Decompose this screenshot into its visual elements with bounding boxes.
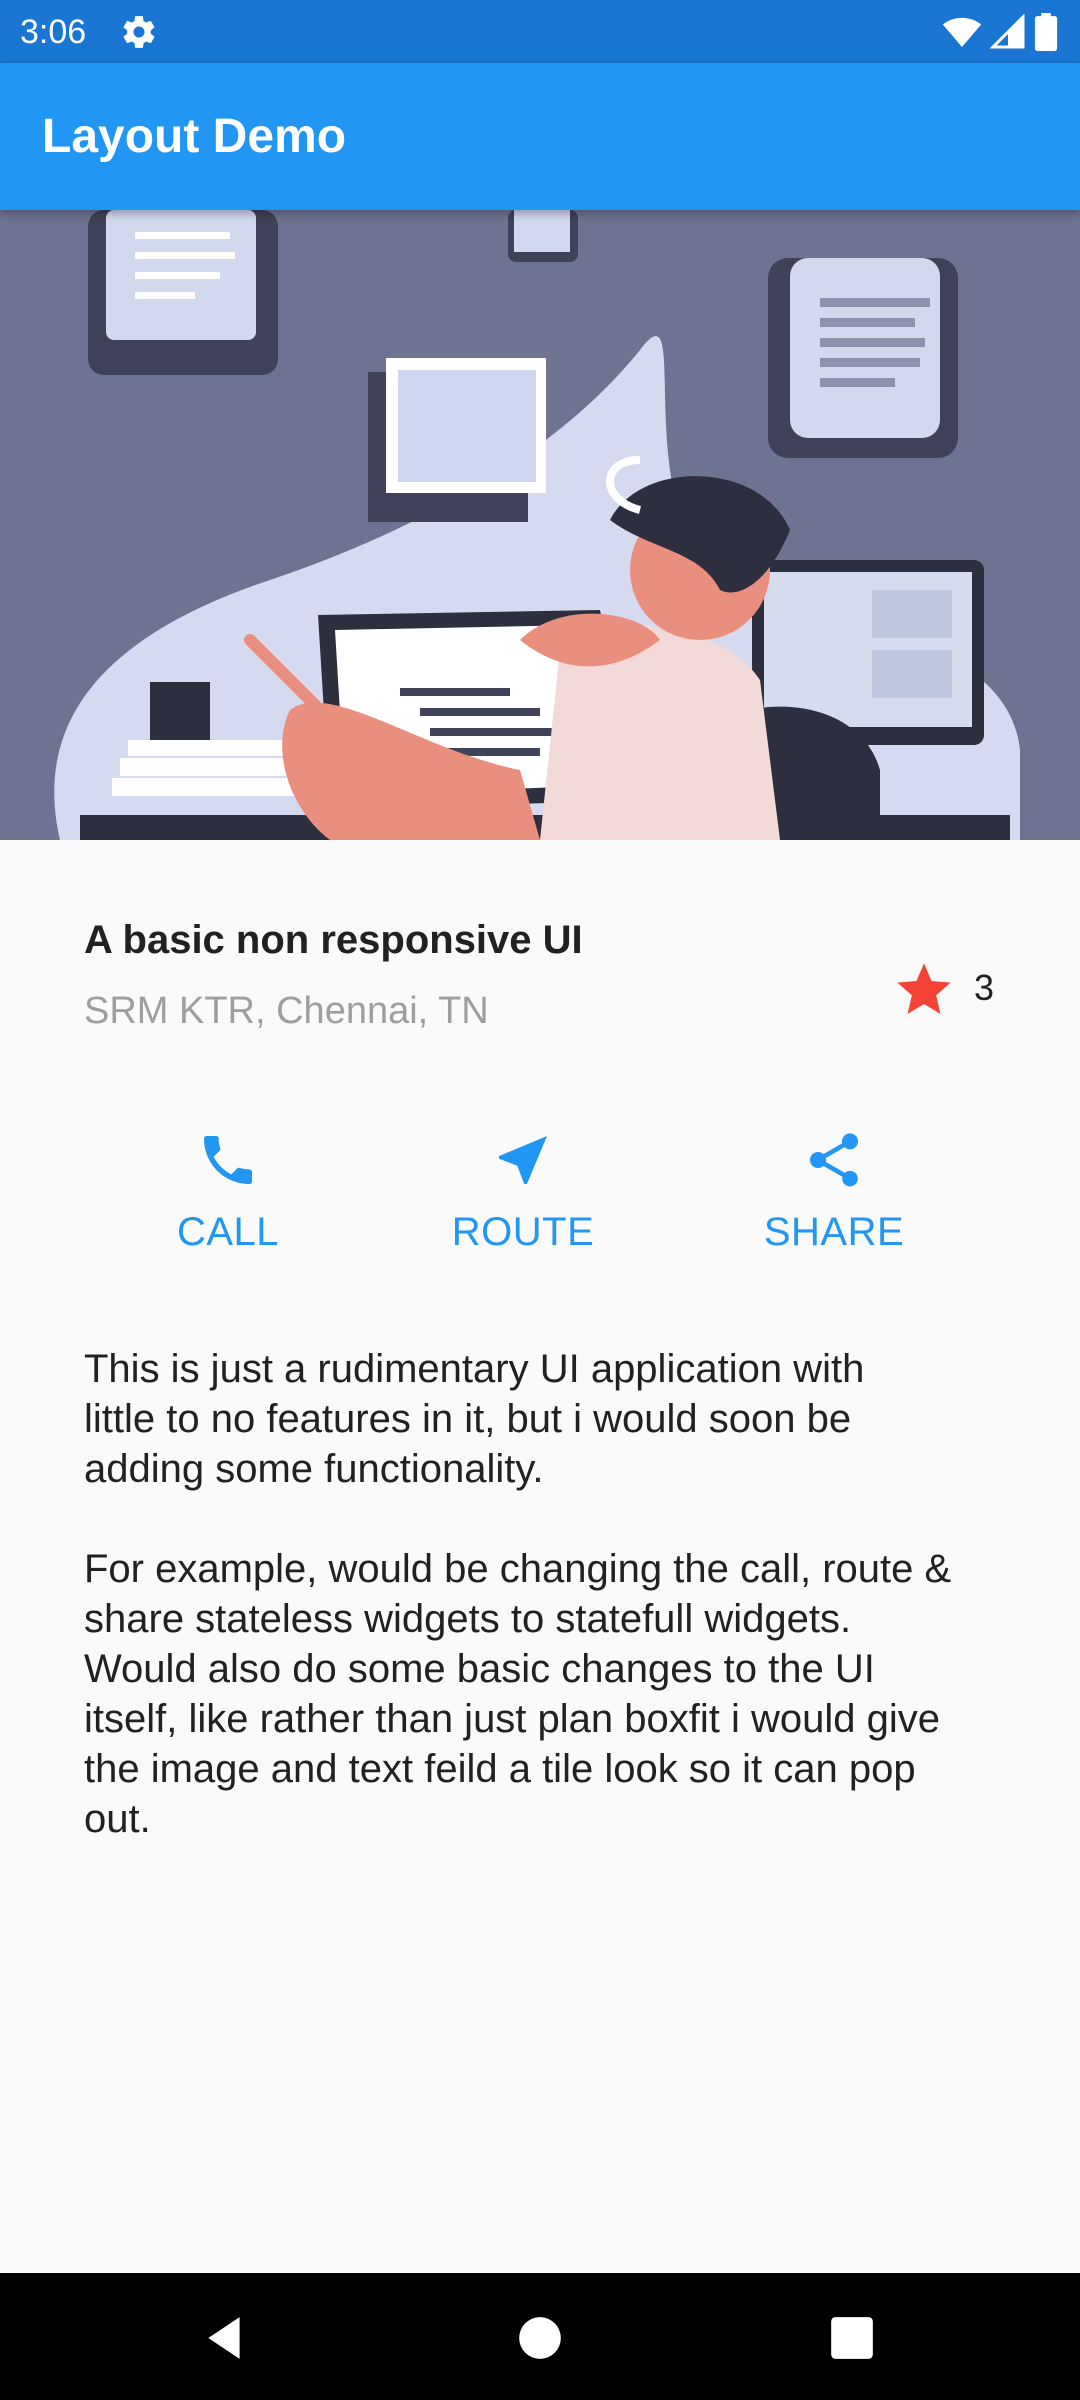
back-icon[interactable]	[200, 2313, 250, 2363]
action-buttons-row: CALL ROUTE SHARE	[0, 1120, 1080, 1270]
gear-icon	[123, 16, 155, 48]
page-title: Layout Demo	[42, 110, 347, 163]
battery-icon	[1034, 13, 1058, 51]
phone-icon	[204, 1136, 252, 1184]
route-button[interactable]: ROUTE	[413, 1120, 633, 1270]
share-icon	[810, 1133, 858, 1187]
description-paragraph-2: For example, would be changing the call,…	[84, 1547, 952, 1841]
share-button[interactable]: SHARE	[724, 1120, 944, 1270]
status-icons	[942, 12, 1058, 52]
call-button[interactable]: CALL	[118, 1120, 338, 1270]
status-time: 3:06	[20, 13, 87, 51]
hero-illustration	[0, 210, 1080, 840]
description-text: This is just a rudimentary UI applicatio…	[84, 1344, 1014, 1844]
status-bar: 3:06	[0, 0, 1080, 63]
location-text: SRM KTR, Chennai, TN	[84, 990, 489, 1032]
signal-icon	[990, 14, 1025, 49]
app-bar: Layout Demo	[0, 63, 1080, 210]
call-label: CALL	[176, 1210, 280, 1254]
headline: A basic non responsive UI	[84, 918, 583, 962]
rating-count: 3	[974, 967, 995, 1008]
star-icon	[897, 963, 951, 1014]
system-nav-bar	[0, 2273, 1080, 2400]
navigation-icon	[499, 1136, 547, 1184]
wifi-icon	[942, 17, 982, 47]
title-section: A basic non responsive UI SRM KTR, Chenn…	[84, 916, 996, 1046]
route-label: ROUTE	[451, 1210, 595, 1254]
home-icon[interactable]	[515, 2313, 565, 2363]
description-paragraph-1: This is just a rudimentary UI applicatio…	[84, 1347, 865, 1491]
share-label: SHARE	[763, 1210, 905, 1254]
recents-icon[interactable]	[827, 2313, 877, 2363]
